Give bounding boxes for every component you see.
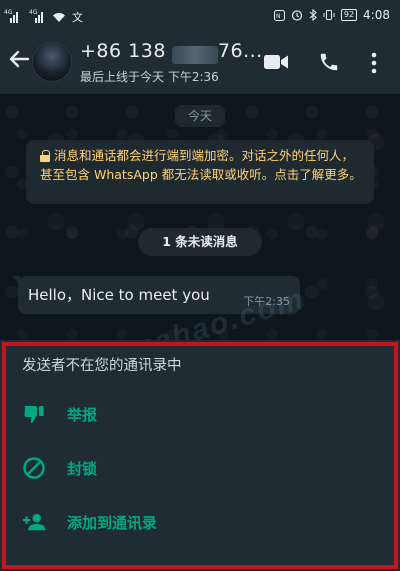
block-button[interactable]: 封锁 bbox=[22, 450, 272, 484]
bluetooth-icon bbox=[309, 9, 317, 21]
wifi-icon bbox=[53, 12, 65, 22]
status-bar: 4G 4G 文 N 92 4:08 bbox=[0, 0, 400, 30]
back-arrow-icon[interactable] bbox=[8, 48, 30, 70]
alarm-icon bbox=[291, 10, 302, 21]
svg-text:N: N bbox=[276, 13, 281, 20]
unknown-sender-panel: 发送者不在您的通讯录中 举报 封锁 添加到通讯录 bbox=[0, 340, 400, 571]
add-contact-icon bbox=[22, 514, 46, 531]
lock-icon bbox=[40, 150, 50, 162]
whatsapp-chat-screen: 4G 4G 文 N 92 4:08 +86 138 76... 最后上线于今天 下… bbox=[0, 0, 400, 571]
video-call-icon[interactable] bbox=[264, 54, 288, 70]
add-to-contacts-label: 添加到通讯录 bbox=[67, 514, 158, 532]
thumb-down-icon bbox=[24, 406, 44, 423]
contact-number-prefix: +86 138 bbox=[80, 40, 166, 62]
chat-header: +86 138 76... 最后上线于今天 下午2:36 bbox=[0, 30, 400, 94]
encryption-notice-text: 消息和通话都会进行端到端加密。对话之外的任何人，甚至包含 WhatsApp 都无… bbox=[40, 148, 362, 182]
encryption-notice[interactable]: 消息和通话都会进行端到端加密。对话之外的任何人，甚至包含 WhatsApp 都无… bbox=[26, 140, 374, 204]
unknown-sender-title: 发送者不在您的通讯录中 bbox=[22, 358, 182, 374]
status-extra-glyph: 文 bbox=[72, 11, 83, 24]
block-icon bbox=[23, 457, 45, 479]
report-label: 举报 bbox=[67, 406, 98, 424]
unread-messages-indicator: 1 条未读消息 bbox=[138, 228, 262, 256]
voice-call-icon[interactable] bbox=[318, 51, 340, 73]
message-text: Hello，Nice to meet you bbox=[28, 286, 210, 304]
report-button[interactable]: 举报 bbox=[22, 396, 272, 430]
more-options-icon[interactable] bbox=[370, 52, 378, 74]
status-time: 4:08 bbox=[363, 8, 390, 22]
add-to-contacts-button[interactable]: 添加到通讯录 bbox=[22, 504, 272, 538]
signal-icon-2: 4G bbox=[29, 9, 46, 23]
chat-messages-area[interactable]: 今天 消息和通话都会进行端到端加密。对话之外的任何人，甚至包含 WhatsApp… bbox=[0, 94, 400, 379]
last-seen-status: 最后上线于今天 下午2:36 bbox=[80, 70, 219, 84]
status-right: N 92 4:08 bbox=[273, 8, 390, 22]
contact-number-suffix: 76... bbox=[217, 40, 263, 62]
signal-icon-1: 4G bbox=[4, 9, 21, 23]
battery-icon: 92 bbox=[340, 9, 358, 21]
vibrate-icon bbox=[323, 10, 335, 20]
redacted-number-mask bbox=[172, 46, 218, 64]
contact-avatar[interactable] bbox=[32, 42, 72, 82]
block-label: 封锁 bbox=[67, 460, 98, 478]
nfc-icon: N bbox=[273, 9, 285, 21]
status-left: 4G 4G 文 bbox=[4, 9, 83, 25]
date-separator: 今天 bbox=[175, 105, 225, 127]
